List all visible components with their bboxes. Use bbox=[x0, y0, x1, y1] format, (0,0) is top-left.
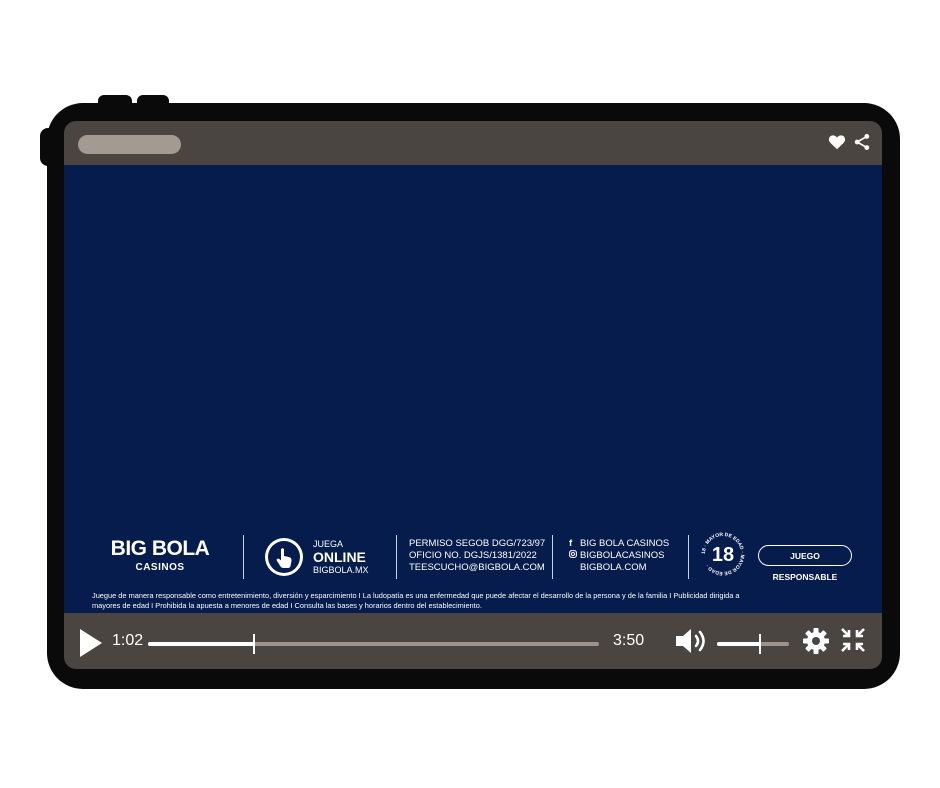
divider bbox=[396, 535, 397, 579]
total-time: 3:50 bbox=[613, 632, 645, 649]
heart-icon[interactable] bbox=[828, 134, 846, 155]
progress-fill bbox=[148, 642, 254, 646]
progress-handle[interactable] bbox=[252, 634, 255, 654]
online-label-main: ONLINE bbox=[313, 549, 366, 565]
brand-subtitle: CASINOS bbox=[135, 562, 185, 573]
social-website: BIGBOLA.COM bbox=[580, 562, 647, 573]
volume-fill bbox=[717, 642, 761, 646]
divider bbox=[688, 535, 689, 579]
online-url: BIGBOLA.MX bbox=[313, 565, 369, 575]
exit-fullscreen-icon[interactable] bbox=[840, 627, 866, 658]
permit-line: OFICIO NO. DGJS/1381/2022 bbox=[409, 550, 537, 561]
social-facebook: BIG BOLA CASINOS bbox=[580, 538, 670, 549]
online-promo: JUEGA ONLINE BIGBOLA.MX bbox=[313, 539, 369, 576]
responsible-gaming-button[interactable]: JUEGO RESPONSABLE bbox=[758, 545, 852, 582]
share-icon[interactable] bbox=[854, 133, 870, 156]
age-number: 18 bbox=[712, 544, 734, 566]
volume-slider[interactable] bbox=[717, 634, 789, 654]
video-viewport[interactable]: BIG BOLA CASINOS JUEGA ONLINE BIGBOLA.MX… bbox=[64, 165, 882, 613]
player-top-bar bbox=[64, 121, 882, 165]
play-icon[interactable] bbox=[78, 628, 104, 663]
social-instagram: BIGBOLACASINOS bbox=[580, 550, 665, 561]
video-title-placeholder bbox=[78, 135, 181, 154]
current-time: 1:02 bbox=[112, 632, 144, 649]
disclaimer-line: Juegue de manera responsable como entret… bbox=[92, 591, 740, 600]
legal-disclaimer: Juegue de manera responsable como entret… bbox=[92, 591, 852, 611]
contact-email: TEESCUCHO@BIGBOLA.COM bbox=[409, 562, 545, 573]
permit-line: PERMISO SEGOB DGG/723/97 bbox=[409, 538, 546, 549]
divider bbox=[243, 535, 244, 579]
video-player: BIG BOLA CASINOS JUEGA ONLINE BIGBOLA.MX… bbox=[64, 121, 882, 669]
volume-icon[interactable] bbox=[674, 627, 710, 660]
volume-handle[interactable] bbox=[759, 634, 762, 654]
instagram-icon bbox=[569, 550, 580, 562]
social-info: f BIG BOLA CASINOS BIGBOLACASINOS BIGBOLA… bbox=[569, 538, 669, 574]
disclaimer-line: mayores de edad I Prohibida la apuesta a… bbox=[92, 601, 482, 610]
divider bbox=[552, 535, 553, 579]
gear-icon[interactable] bbox=[802, 627, 830, 660]
permit-info: PERMISO SEGOB DGG/723/97 OFICIO NO. DGJS… bbox=[409, 538, 545, 574]
brand-logo-text: BIG BOLA bbox=[110, 537, 210, 560]
progress-bar[interactable] bbox=[148, 634, 599, 654]
brand-logo: BIG BOLA CASINOS bbox=[104, 537, 216, 574]
player-controls: 1:02 3:50 bbox=[64, 613, 882, 669]
age-18-badge: 18 · MAYOR DE EDAD · MAYOR DE EDAD · 18 bbox=[701, 532, 745, 576]
facebook-icon: f bbox=[569, 538, 573, 549]
hand-pointer-icon bbox=[265, 538, 303, 576]
